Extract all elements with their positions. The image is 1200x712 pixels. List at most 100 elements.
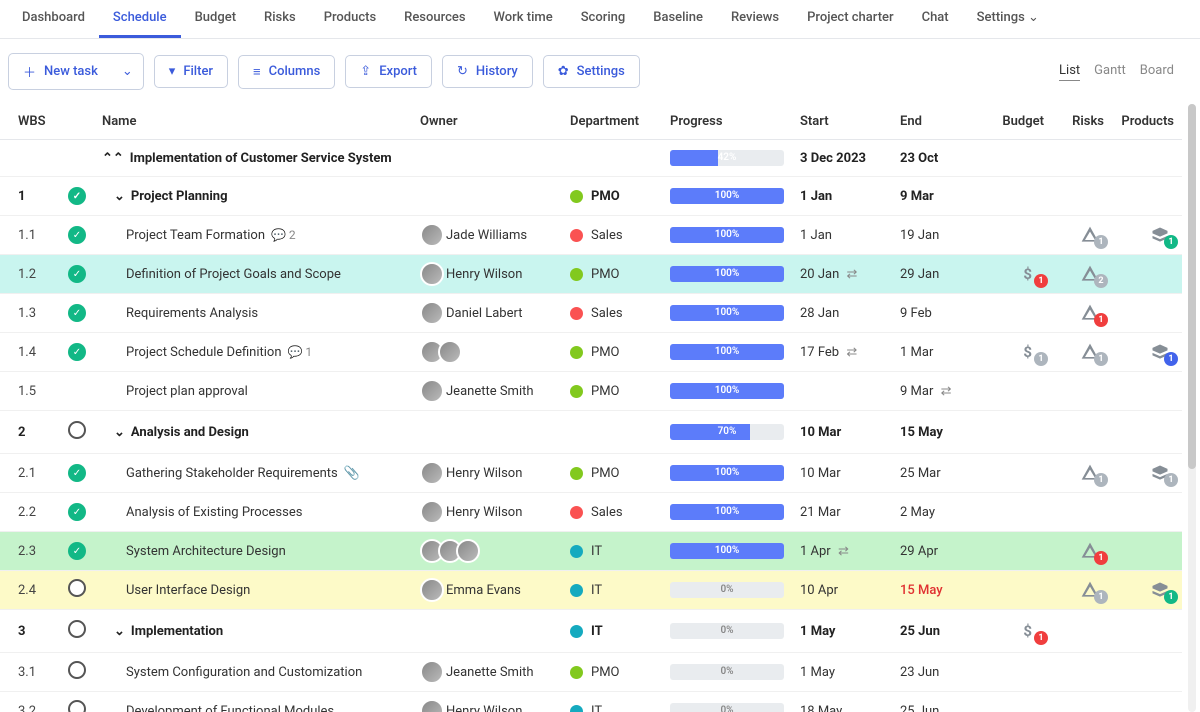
col-start[interactable]: Start [792,104,892,140]
risks-icon[interactable]: 1 [1080,463,1104,483]
settings-button[interactable]: ✿Settings [543,55,640,88]
col-budget[interactable]: Budget [992,104,1052,140]
end-date: 15 May [892,411,992,454]
task-row[interactable]: 1.3✓Requirements AnalysisDaniel LabertSa… [0,294,1182,333]
dependency-icon[interactable]: ⇄ [838,544,849,559]
task-row[interactable]: 2.2✓Analysis of Existing ProcessesHenry … [0,493,1182,532]
task-name: System Architecture Design [126,544,286,559]
export-button[interactable]: ⇪Export [345,55,432,88]
new-task-dropdown[interactable]: ⌄ [112,53,144,90]
task-row[interactable]: 3.2Development of Functional ModulesHenr… [0,692,1182,712]
view-board[interactable]: Board [1140,63,1174,81]
columns-button[interactable]: ≡Columns [238,55,335,89]
progress-bar: 100% [670,504,784,520]
tab-settings[interactable]: Settings ⌄ [963,0,1053,38]
col-progress[interactable]: Progress [662,104,792,140]
tab-chat[interactable]: Chat [908,0,963,38]
task-row[interactable]: 3.1 System Configuration and Customizatio… [0,653,1182,692]
budget-icon[interactable]: $1 [1020,621,1044,641]
root-row[interactable]: ⌃⌃ Implementation of Customer Service Sy… [0,140,1182,177]
expand-icon[interactable]: ⌄ [114,425,125,440]
task-row[interactable]: 3⌄ ImplementationIT0%1 May25 Jun$1 [0,610,1182,653]
products-icon[interactable]: 1 [1150,463,1174,483]
task-name: Analysis and Design [131,425,249,440]
col-risks[interactable]: Risks [1052,104,1112,140]
task-row[interactable]: 2.4User Interface DesignEmma EvansIT0%10… [0,571,1182,610]
task-name: User Interface Design [126,583,250,598]
products-icon[interactable]: 1 [1150,342,1174,362]
products-icon[interactable]: 1 [1150,580,1174,600]
tab-scoring[interactable]: Scoring [567,0,640,38]
risks-icon[interactable]: 1 [1080,541,1104,561]
col-wbs[interactable]: WBS [0,104,60,140]
risks-icon[interactable]: 2 [1080,264,1104,284]
dept-dot [570,705,583,712]
budget-icon[interactable]: $1 [1020,264,1044,284]
task-row[interactable]: 2.1✓Gathering Stakeholder Requirements 📎… [0,454,1182,493]
status-open-icon [68,579,86,597]
task-row[interactable]: 1.5Project plan approvalJeanette SmithPM… [0,372,1182,411]
chevron-down-icon: ⌄ [1028,10,1039,25]
tab-project-charter[interactable]: Project charter [793,0,908,38]
task-name: Development of Functional Modules [126,704,334,712]
task-row[interactable]: 1.4✓Project Schedule Definition 💬 1PMO10… [0,333,1182,372]
tab-schedule[interactable]: Schedule [99,0,181,38]
svg-text:$: $ [1023,265,1032,283]
attachment-icon[interactable]: 📎 [344,466,360,481]
budget-icon[interactable]: $1 [1020,342,1044,362]
dependency-icon[interactable]: ⇄ [846,345,857,360]
comment-icon[interactable]: 💬 1 [288,345,313,359]
tab-baseline[interactable]: Baseline [639,0,717,38]
risks-icon[interactable]: 1 [1080,580,1104,600]
col-products[interactable]: Products [1112,104,1182,140]
filter-button[interactable]: ▾Filter [154,55,228,88]
new-task-button[interactable]: ＋New task [8,53,112,90]
wbs-cell: 3 [0,610,60,653]
tab-resources[interactable]: Resources [390,0,479,38]
tab-risks[interactable]: Risks [250,0,310,38]
collapse-all-icon[interactable]: ⌃⌃ [102,151,124,166]
start-date: 10 Mar [792,454,892,493]
tab-budget[interactable]: Budget [181,0,250,38]
task-row[interactable]: 2⌄ Analysis and Design70%10 Mar15 May [0,411,1182,454]
wbs-cell: 3.1 [0,653,60,692]
dept-dot [570,467,583,480]
expand-icon[interactable]: ⌄ [114,624,125,639]
wbs-cell: 1.3 [0,294,60,333]
col-end[interactable]: End [892,104,992,140]
start-date: 20 Jan ⇄ [792,255,892,294]
risks-icon[interactable]: 1 [1080,342,1104,362]
tab-work-time[interactable]: Work time [480,0,567,38]
task-row[interactable]: 1.1✓Project Team Formation 💬 2Jade Willi… [0,216,1182,255]
expand-icon[interactable]: ⌄ [114,189,125,204]
view-gantt[interactable]: Gantt [1094,63,1126,81]
risks-icon[interactable]: 1 [1080,225,1104,245]
status-done-icon: ✓ [68,542,86,560]
col-owner[interactable]: Owner [412,104,562,140]
view-list[interactable]: List [1059,63,1080,81]
history-button[interactable]: ↻History [442,55,533,88]
task-row[interactable]: 1.2✓Definition of Project Goals and Scop… [0,255,1182,294]
risks-icon[interactable]: 1 [1080,303,1104,323]
vertical-scrollbar[interactable] [1188,104,1196,712]
col-department[interactable]: Department [562,104,662,140]
status-open-icon [68,661,86,679]
tab-reviews[interactable]: Reviews [717,0,793,38]
task-row[interactable]: 2.3✓System Architecture DesignIT100%1 Ap… [0,532,1182,571]
col-name[interactable]: Name [94,104,412,140]
products-icon[interactable]: 1 [1150,225,1174,245]
task-name: Gathering Stakeholder Requirements [126,466,338,481]
tab-products[interactable]: Products [310,0,390,38]
progress-bar: 100% [670,305,784,321]
comment-icon[interactable]: 💬 2 [271,228,296,242]
dept-dot [570,666,583,679]
task-name: System Configuration and Customization [126,665,362,680]
dependency-icon[interactable]: ⇄ [941,384,952,399]
end-date: 29 Apr [892,532,992,571]
task-name: Project Team Formation [126,228,265,243]
scrollbar-thumb[interactable] [1188,104,1196,469]
task-row[interactable]: 1✓⌄ Project PlanningPMO100%1 Jan9 Mar [0,177,1182,216]
end-date: 25 Mar [892,454,992,493]
dependency-icon[interactable]: ⇄ [847,267,858,282]
tab-dashboard[interactable]: Dashboard [8,0,99,38]
